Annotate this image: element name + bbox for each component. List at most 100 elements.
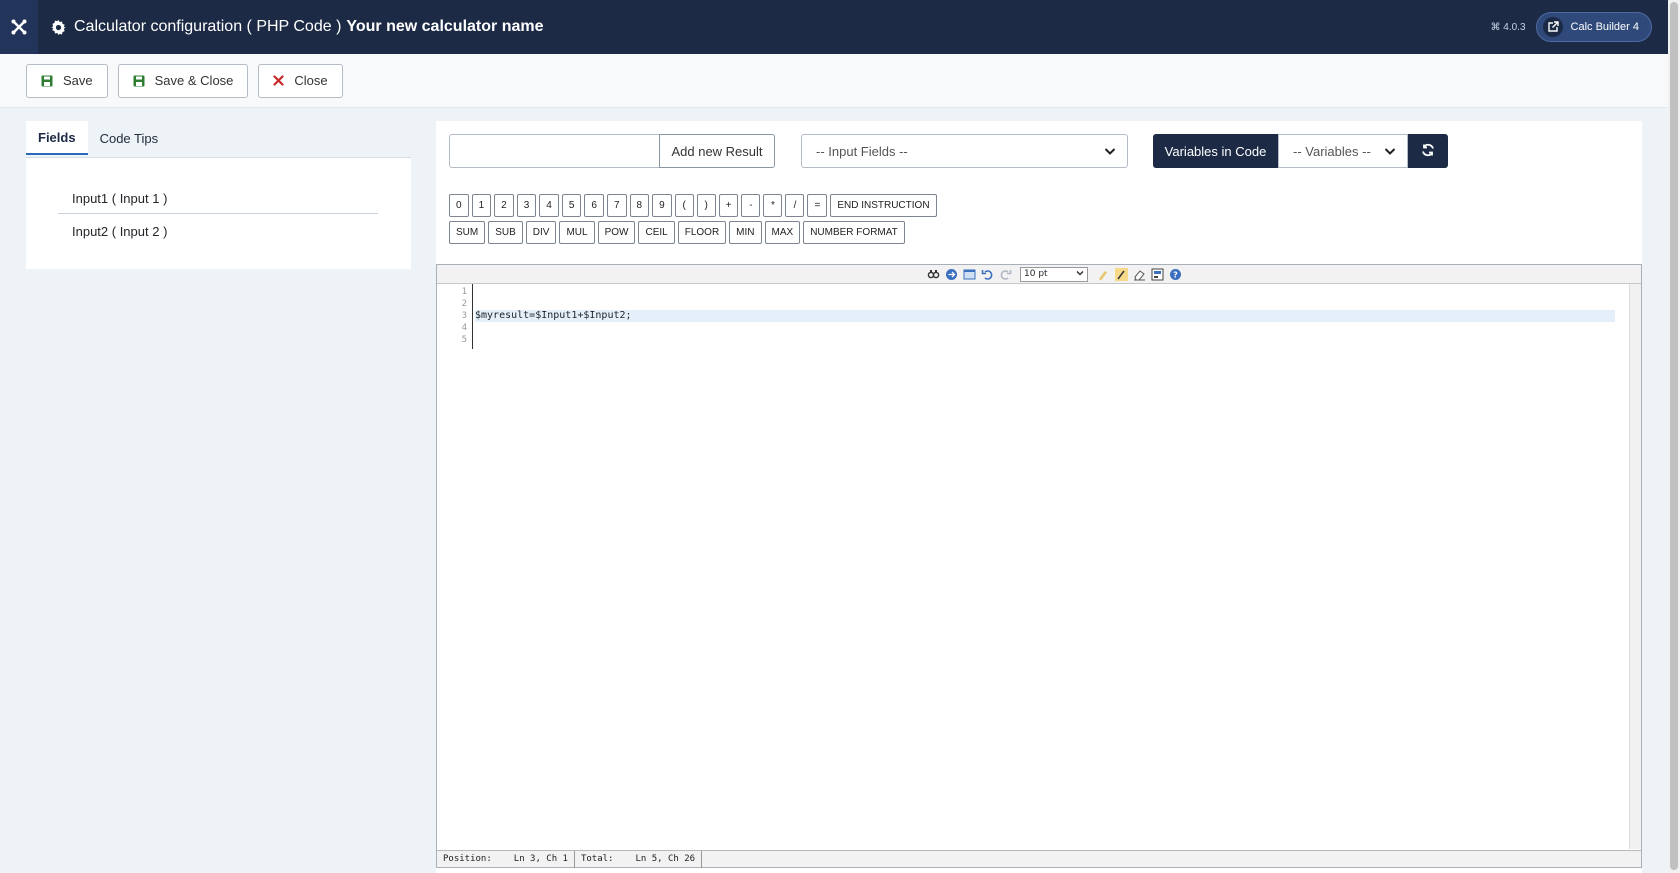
code-panel: Add new Result -- Input Fields -- Variab… [436,121,1642,873]
brush-icon[interactable] [1114,267,1128,281]
editor-status-bar: Position: Ln 3, Ch 1 Total: Ln 5, Ch 26 [437,850,1641,868]
code-line[interactable] [475,286,1615,298]
variables-in-code-label: Variables in Code [1153,134,1278,168]
chevron-down-icon [1076,269,1084,280]
gear-icon [51,19,66,35]
key-button-max[interactable]: MAX [764,221,801,244]
key-button-end-instruction[interactable]: END INSTRUCTION [830,194,937,217]
refresh-button[interactable] [1408,134,1448,168]
position-value: Ln 3, Ch 1 [513,854,568,864]
total-value: Ln 5, Ch 26 [635,854,696,864]
key-button-sum[interactable]: SUM [449,221,486,244]
search-icon[interactable] [926,267,940,281]
close-label: Close [294,73,328,88]
function-buttons-row: SUM SUB DIV MUL POW CEIL FLOOR MIN MAX NUMBER FOR… [449,221,905,244]
external-link-icon [1542,17,1563,37]
text-cursor [472,284,473,349]
left-tabs: Fields Code Tips [26,121,170,155]
scrollbar-thumb[interactable] [1670,2,1678,870]
total-label: Total: [580,854,614,864]
code-line[interactable]: $myresult=$Input1+$Input2; [475,310,1615,322]
syntax-highlight-icon[interactable] [1096,267,1110,281]
add-new-result-button[interactable]: Add new Result [659,134,775,168]
version-label: ⌘ 4.0.3 [1490,21,1526,33]
key-button-min[interactable]: MIN [729,221,762,244]
save-label: Save [63,73,93,88]
input-fields-select[interactable]: -- Input Fields -- [801,134,1128,168]
editor-scrollbar[interactable] [1629,284,1641,849]
status-position: Position: Ln 3, Ch 1 [437,850,575,868]
code-editor[interactable]: 10 pt ? 12345 $myresult=$Input1+$Input2;… [436,264,1642,868]
variables-select-value: -- Variables -- [1293,143,1371,159]
calc-builder-label: Calc Builder 4 [1570,21,1639,33]
key-button-9[interactable]: 9 [652,194,672,217]
calc-builder-button[interactable]: Calc Builder 4 [1535,12,1652,42]
fullscreen-icon[interactable] [962,267,976,281]
editor-body[interactable]: 1 2 3 4 5 $myresult=$Input1+$Input2; [437,284,1641,849]
tab-fields[interactable]: Fields [26,121,88,155]
redo-icon[interactable] [998,267,1012,281]
save-close-button[interactable]: Save & Close [117,63,249,98]
key-button-open-paren[interactable]: ( [674,194,694,217]
settings-panel-icon[interactable] [1150,267,1164,281]
key-button-minus[interactable]: - [741,194,761,217]
key-button-7[interactable]: 7 [606,194,627,217]
close-button[interactable]: Close [258,63,343,98]
key-button-1[interactable]: 1 [471,194,492,217]
key-button-multiply[interactable]: * [763,194,783,217]
save-button[interactable]: Save [26,63,108,98]
save-icon [41,75,53,87]
key-button-4[interactable]: 4 [539,194,559,217]
position-label: Position: [443,854,492,864]
svg-text:?: ? [1173,270,1178,279]
page-scrollbar[interactable] [1668,0,1680,873]
field-item-input2[interactable]: Input2 ( Input 2 ) [58,217,378,246]
undo-icon[interactable] [980,267,994,281]
key-button-close-paren[interactable]: ) [696,194,716,217]
key-button-ceil[interactable]: CEIL [638,221,675,244]
tab-code-tips[interactable]: Code Tips [88,121,171,155]
refresh-icon [1421,143,1435,160]
key-button-pow[interactable]: POW [597,221,636,244]
status-total: Total: Ln 5, Ch 26 [575,850,703,868]
goto-line-icon[interactable] [944,267,958,281]
help-icon[interactable]: ? [1168,267,1182,281]
key-button-div[interactable]: DIV [525,221,557,244]
key-button-8[interactable]: 8 [629,194,650,217]
close-icon [273,75,285,86]
new-result-input[interactable] [449,134,661,168]
app-header: Calculator configuration ( PHP Code ) Yo… [0,0,1668,54]
joomla-logo-icon[interactable] [0,0,38,54]
key-button-2[interactable]: 2 [494,194,514,217]
save-icon [133,75,145,87]
chevron-down-icon [1383,144,1397,161]
calculator-name: Your new calculator name [346,18,544,35]
code-line[interactable] [475,322,1615,334]
code-line[interactable] [475,298,1615,310]
line-number: 2 [461,299,467,309]
line-number: 4 [461,323,467,333]
key-button-5[interactable]: 5 [561,194,582,217]
operator-buttons-row: 0 1 2 3 4 5 6 7 8 9() + - * / = END INSTRUCTION [449,194,937,217]
eraser-icon[interactable] [1132,267,1146,281]
key-button-0[interactable]: 0 [449,194,469,217]
key-button-floor[interactable]: FLOOR [677,221,727,244]
key-button-plus[interactable]: + [718,194,739,217]
editor-toolbar: 10 pt ? [437,265,1641,284]
code-line[interactable] [475,334,1615,346]
code-area[interactable]: $myresult=$Input1+$Input2; [475,286,1615,346]
input-fields-select-value: -- Input Fields -- [816,143,908,159]
chevron-down-icon [1103,144,1117,161]
field-item-input1[interactable]: Input1 ( Input 1 ) [58,184,378,214]
fields-panel: Input1 ( Input 1 ) Input2 ( Input 2 ) [26,157,411,269]
variables-select[interactable]: -- Variables -- [1278,134,1408,168]
key-button-number-format[interactable]: NUMBER FORMAT [803,221,905,244]
key-button-equals[interactable]: = [807,194,828,217]
key-button-sub[interactable]: SUB [488,221,523,244]
key-button-divide[interactable]: / [785,194,805,217]
font-size-select[interactable]: 10 pt [1020,266,1088,282]
key-button-6[interactable]: 6 [584,194,604,217]
key-button-3[interactable]: 3 [516,194,537,217]
action-toolbar: Save Save & Close Close [0,54,1668,108]
key-button-mul[interactable]: MUL [559,221,595,244]
